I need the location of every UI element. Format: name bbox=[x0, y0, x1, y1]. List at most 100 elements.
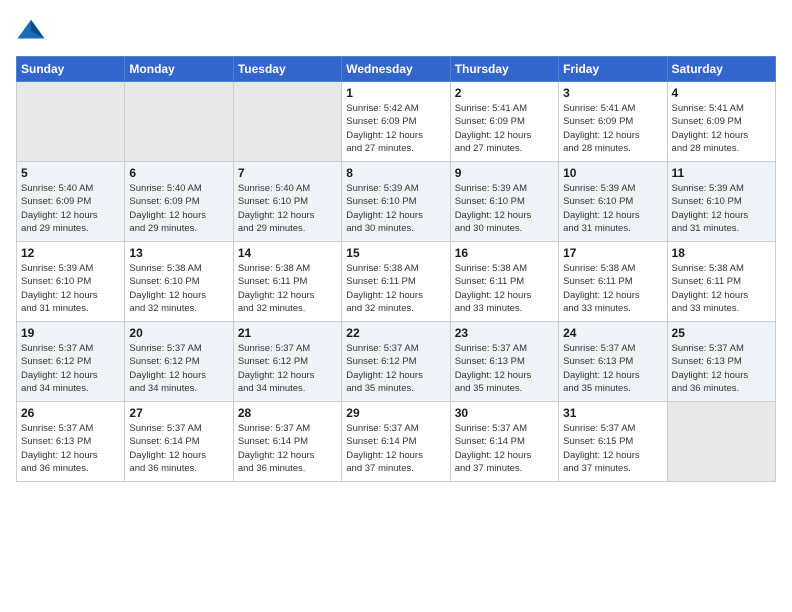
calendar-cell: 5 Sunrise: 5:40 AMSunset: 6:09 PMDaylight… bbox=[17, 162, 125, 242]
day-number: 27 bbox=[129, 406, 228, 420]
calendar-cell: 29 Sunrise: 5:37 AMSunset: 6:14 PMDayligh… bbox=[342, 402, 450, 482]
day-number: 10 bbox=[563, 166, 662, 180]
day-number: 1 bbox=[346, 86, 445, 100]
day-number: 4 bbox=[672, 86, 771, 100]
day-number: 28 bbox=[238, 406, 337, 420]
day-number: 8 bbox=[346, 166, 445, 180]
calendar-cell: 19 Sunrise: 5:37 AMSunset: 6:12 PMDayligh… bbox=[17, 322, 125, 402]
calendar-cell: 2 Sunrise: 5:41 AMSunset: 6:09 PMDaylight… bbox=[450, 82, 558, 162]
calendar-cell bbox=[233, 82, 341, 162]
day-info: Sunrise: 5:37 AMSunset: 6:12 PMDaylight:… bbox=[238, 342, 337, 395]
calendar-cell: 18 Sunrise: 5:38 AMSunset: 6:11 PMDayligh… bbox=[667, 242, 775, 322]
day-number: 2 bbox=[455, 86, 554, 100]
day-number: 13 bbox=[129, 246, 228, 260]
calendar-cell: 4 Sunrise: 5:41 AMSunset: 6:09 PMDaylight… bbox=[667, 82, 775, 162]
calendar-cell: 28 Sunrise: 5:37 AMSunset: 6:14 PMDayligh… bbox=[233, 402, 341, 482]
calendar-cell: 20 Sunrise: 5:37 AMSunset: 6:12 PMDayligh… bbox=[125, 322, 233, 402]
day-info: Sunrise: 5:39 AMSunset: 6:10 PMDaylight:… bbox=[455, 182, 554, 235]
day-info: Sunrise: 5:38 AMSunset: 6:11 PMDaylight:… bbox=[563, 262, 662, 315]
day-info: Sunrise: 5:38 AMSunset: 6:10 PMDaylight:… bbox=[129, 262, 228, 315]
day-number: 15 bbox=[346, 246, 445, 260]
calendar-cell: 10 Sunrise: 5:39 AMSunset: 6:10 PMDayligh… bbox=[559, 162, 667, 242]
day-info: Sunrise: 5:37 AMSunset: 6:14 PMDaylight:… bbox=[455, 422, 554, 475]
day-number: 18 bbox=[672, 246, 771, 260]
day-info: Sunrise: 5:42 AMSunset: 6:09 PMDaylight:… bbox=[346, 102, 445, 155]
page-header bbox=[16, 16, 776, 46]
day-number: 12 bbox=[21, 246, 120, 260]
calendar-table: SundayMondayTuesdayWednesdayThursdayFrid… bbox=[16, 56, 776, 482]
weekday-header-friday: Friday bbox=[559, 57, 667, 82]
day-info: Sunrise: 5:37 AMSunset: 6:15 PMDaylight:… bbox=[563, 422, 662, 475]
day-number: 16 bbox=[455, 246, 554, 260]
day-info: Sunrise: 5:39 AMSunset: 6:10 PMDaylight:… bbox=[346, 182, 445, 235]
day-info: Sunrise: 5:40 AMSunset: 6:09 PMDaylight:… bbox=[21, 182, 120, 235]
day-info: Sunrise: 5:37 AMSunset: 6:13 PMDaylight:… bbox=[21, 422, 120, 475]
day-number: 29 bbox=[346, 406, 445, 420]
calendar-cell: 24 Sunrise: 5:37 AMSunset: 6:13 PMDayligh… bbox=[559, 322, 667, 402]
day-number: 11 bbox=[672, 166, 771, 180]
calendar-cell: 8 Sunrise: 5:39 AMSunset: 6:10 PMDaylight… bbox=[342, 162, 450, 242]
day-info: Sunrise: 5:37 AMSunset: 6:14 PMDaylight:… bbox=[346, 422, 445, 475]
calendar-cell: 9 Sunrise: 5:39 AMSunset: 6:10 PMDaylight… bbox=[450, 162, 558, 242]
day-info: Sunrise: 5:39 AMSunset: 6:10 PMDaylight:… bbox=[672, 182, 771, 235]
day-number: 23 bbox=[455, 326, 554, 340]
day-number: 7 bbox=[238, 166, 337, 180]
day-number: 24 bbox=[563, 326, 662, 340]
calendar-cell: 14 Sunrise: 5:38 AMSunset: 6:11 PMDayligh… bbox=[233, 242, 341, 322]
calendar-cell: 15 Sunrise: 5:38 AMSunset: 6:11 PMDayligh… bbox=[342, 242, 450, 322]
day-number: 25 bbox=[672, 326, 771, 340]
day-number: 5 bbox=[21, 166, 120, 180]
day-info: Sunrise: 5:37 AMSunset: 6:14 PMDaylight:… bbox=[238, 422, 337, 475]
day-info: Sunrise: 5:37 AMSunset: 6:13 PMDaylight:… bbox=[672, 342, 771, 395]
calendar-cell: 3 Sunrise: 5:41 AMSunset: 6:09 PMDaylight… bbox=[559, 82, 667, 162]
day-info: Sunrise: 5:40 AMSunset: 6:09 PMDaylight:… bbox=[129, 182, 228, 235]
day-number: 19 bbox=[21, 326, 120, 340]
day-info: Sunrise: 5:37 AMSunset: 6:14 PMDaylight:… bbox=[129, 422, 228, 475]
day-number: 21 bbox=[238, 326, 337, 340]
day-info: Sunrise: 5:37 AMSunset: 6:13 PMDaylight:… bbox=[563, 342, 662, 395]
day-info: Sunrise: 5:41 AMSunset: 6:09 PMDaylight:… bbox=[455, 102, 554, 155]
calendar-cell: 13 Sunrise: 5:38 AMSunset: 6:10 PMDayligh… bbox=[125, 242, 233, 322]
day-info: Sunrise: 5:37 AMSunset: 6:12 PMDaylight:… bbox=[346, 342, 445, 395]
calendar-cell bbox=[667, 402, 775, 482]
day-info: Sunrise: 5:37 AMSunset: 6:12 PMDaylight:… bbox=[129, 342, 228, 395]
calendar-cell: 25 Sunrise: 5:37 AMSunset: 6:13 PMDayligh… bbox=[667, 322, 775, 402]
day-number: 14 bbox=[238, 246, 337, 260]
calendar-cell: 6 Sunrise: 5:40 AMSunset: 6:09 PMDaylight… bbox=[125, 162, 233, 242]
day-info: Sunrise: 5:39 AMSunset: 6:10 PMDaylight:… bbox=[563, 182, 662, 235]
day-info: Sunrise: 5:37 AMSunset: 6:12 PMDaylight:… bbox=[21, 342, 120, 395]
calendar-cell: 1 Sunrise: 5:42 AMSunset: 6:09 PMDaylight… bbox=[342, 82, 450, 162]
calendar-cell: 22 Sunrise: 5:37 AMSunset: 6:12 PMDayligh… bbox=[342, 322, 450, 402]
day-number: 20 bbox=[129, 326, 228, 340]
day-info: Sunrise: 5:39 AMSunset: 6:10 PMDaylight:… bbox=[21, 262, 120, 315]
calendar-cell bbox=[125, 82, 233, 162]
weekday-header-tuesday: Tuesday bbox=[233, 57, 341, 82]
day-info: Sunrise: 5:41 AMSunset: 6:09 PMDaylight:… bbox=[672, 102, 771, 155]
day-number: 31 bbox=[563, 406, 662, 420]
logo bbox=[16, 16, 50, 46]
calendar-cell: 11 Sunrise: 5:39 AMSunset: 6:10 PMDayligh… bbox=[667, 162, 775, 242]
calendar-cell: 23Sunrise: 5:37 AMSunset: 6:13 PMDayligh… bbox=[450, 322, 558, 402]
day-info: Sunrise: 5:40 AMSunset: 6:10 PMDaylight:… bbox=[238, 182, 337, 235]
calendar-cell: 31 Sunrise: 5:37 AMSunset: 6:15 PMDayligh… bbox=[559, 402, 667, 482]
day-number: 3 bbox=[563, 86, 662, 100]
weekday-header-monday: Monday bbox=[125, 57, 233, 82]
calendar-cell: 7 Sunrise: 5:40 AMSunset: 6:10 PMDaylight… bbox=[233, 162, 341, 242]
day-info: Sunrise: 5:38 AMSunset: 6:11 PMDaylight:… bbox=[455, 262, 554, 315]
weekday-header-thursday: Thursday bbox=[450, 57, 558, 82]
day-number: 6 bbox=[129, 166, 228, 180]
calendar-cell: 21 Sunrise: 5:37 AMSunset: 6:12 PMDayligh… bbox=[233, 322, 341, 402]
weekday-header-wednesday: Wednesday bbox=[342, 57, 450, 82]
day-number: 26 bbox=[21, 406, 120, 420]
day-number: 22 bbox=[346, 326, 445, 340]
logo-icon bbox=[16, 16, 46, 46]
day-number: 9 bbox=[455, 166, 554, 180]
weekday-header-saturday: Saturday bbox=[667, 57, 775, 82]
day-info: Sunrise: 5:41 AMSunset: 6:09 PMDaylight:… bbox=[563, 102, 662, 155]
day-info: Sunrise: 5:38 AMSunset: 6:11 PMDaylight:… bbox=[238, 262, 337, 315]
calendar-cell: 12 Sunrise: 5:39 AMSunset: 6:10 PMDayligh… bbox=[17, 242, 125, 322]
day-info: Sunrise: 5:38 AMSunset: 6:11 PMDaylight:… bbox=[672, 262, 771, 315]
calendar-cell: 16 Sunrise: 5:38 AMSunset: 6:11 PMDayligh… bbox=[450, 242, 558, 322]
calendar-cell: 17Sunrise: 5:38 AMSunset: 6:11 PMDayligh… bbox=[559, 242, 667, 322]
day-info: Sunrise: 5:38 AMSunset: 6:11 PMDaylight:… bbox=[346, 262, 445, 315]
